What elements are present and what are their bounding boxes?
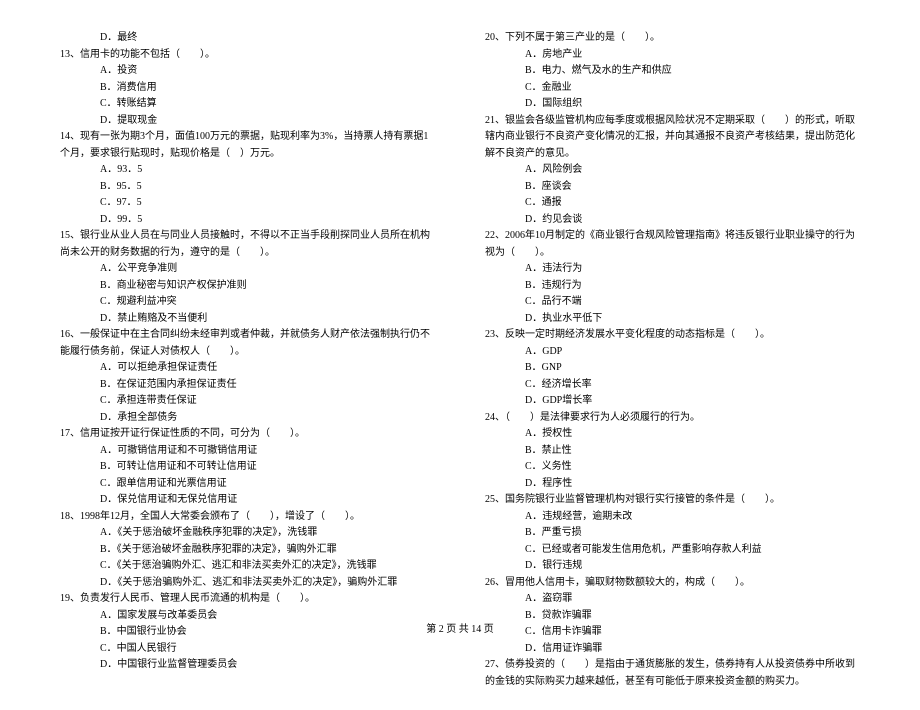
q25-option-b: B．严重亏损: [485, 525, 860, 542]
q14-option-d: D．99．5: [60, 212, 435, 229]
q12-option-d: D．最终: [60, 30, 435, 47]
q18-option-c: C．《关于惩治骗购外汇、逃汇和非法买卖外汇的决定》，洗钱罪: [60, 558, 435, 575]
q24-option-a: A．授权性: [485, 426, 860, 443]
q22-option-a: A．违法行为: [485, 261, 860, 278]
q17: 17、信用证按开证行保证性质的不同，可分为（ ）。: [60, 426, 435, 443]
q21-option-d: D．约见会谈: [485, 212, 860, 229]
q13: 13、信用卡的功能不包括（ ）。: [60, 47, 435, 64]
q19-option-d: D．中国银行业监督管理委员会: [60, 657, 435, 674]
q18: 18、1998年12月，全国人大常委会颁布了（ ），增设了（ ）。: [60, 509, 435, 526]
q21: 21、银监会各级监管机构应每季度或根据风险状况不定期采取（ ）的形式，听取辖内商…: [485, 113, 860, 163]
left-column: D．最终 13、信用卡的功能不包括（ ）。 A．投资 B．消费信用 C．转账结算…: [60, 30, 435, 690]
q19-option-c: C．中国人民银行: [60, 641, 435, 658]
q16-option-b: B．在保证范围内承担保证责任: [60, 377, 435, 394]
q14: 14、现有一张为期3个月，面值100万元的票据，贴现利率为3%，当持票人持有票据…: [60, 129, 435, 162]
q20-option-d: D．国际组织: [485, 96, 860, 113]
q26-option-d: D．信用证诈骗罪: [485, 641, 860, 658]
q25-option-a: A．违规经营，逾期未改: [485, 509, 860, 526]
page-footer: 第 2 页 共 14 页: [0, 620, 920, 635]
q20-option-a: A．房地产业: [485, 47, 860, 64]
q25-option-c: C．已经或者可能发生信用危机，严重影响存款人利益: [485, 542, 860, 559]
q14-option-b: B．95．5: [60, 179, 435, 196]
q18-option-b: B．《关于惩治破坏金融秩序犯罪的决定》，骗购外汇罪: [60, 542, 435, 559]
q19: 19、负责发行人民币、管理人民币流通的机构是（ ）。: [60, 591, 435, 608]
q17-option-c: C．跟单信用证和光票信用证: [60, 476, 435, 493]
q25-option-d: D．银行违规: [485, 558, 860, 575]
q22-option-c: C．品行不端: [485, 294, 860, 311]
q26-option-a: A．盗窃罪: [485, 591, 860, 608]
q20: 20、下列不属于第三产业的是（ ）。: [485, 30, 860, 47]
q24-option-b: B．禁止性: [485, 443, 860, 460]
q21-option-b: B．座谈会: [485, 179, 860, 196]
q13-option-c: C．转账结算: [60, 96, 435, 113]
q15-option-d: D．禁止贿赂及不当便利: [60, 311, 435, 328]
q24-option-d: D．程序性: [485, 476, 860, 493]
q20-option-c: C．金融业: [485, 80, 860, 97]
q16-option-a: A．可以拒绝承担保证责任: [60, 360, 435, 377]
q17-option-b: B．可转让信用证和不可转让信用证: [60, 459, 435, 476]
q16-option-d: D．承担全部债务: [60, 410, 435, 427]
q18-option-d: D．《关于惩治骗购外汇、逃汇和非法买卖外汇的决定》，骗购外汇罪: [60, 575, 435, 592]
q23-option-a: A．GDP: [485, 344, 860, 361]
q22: 22、2006年10月制定的《商业银行合规风险管理指南》将违反银行业职业操守的行…: [485, 228, 860, 261]
q15-option-a: A．公平竞争准则: [60, 261, 435, 278]
q15: 15、银行业从业人员在与同业人员接触时，不得以不正当手段削探同业人员所在机构尚未…: [60, 228, 435, 261]
q16-option-c: C．承担连带责任保证: [60, 393, 435, 410]
q13-option-d: D．提取现金: [60, 113, 435, 130]
q15-option-c: C．规避利益冲突: [60, 294, 435, 311]
q24-option-c: C．义务性: [485, 459, 860, 476]
q15-option-b: B．商业秘密与知识产权保护准则: [60, 278, 435, 295]
q17-option-d: D．保兑信用证和无保兑信用证: [60, 492, 435, 509]
q18-option-a: A．《关于惩治破坏金融秩序犯罪的决定》，洗钱罪: [60, 525, 435, 542]
q14-option-a: A．93．5: [60, 162, 435, 179]
q16: 16、一般保证中在主合同纠纷未经审判或者仲裁，并就债务人财产依法强制执行仍不能履…: [60, 327, 435, 360]
q25: 25、国务院银行业监督管理机构对银行实行接管的条件是（ ）。: [485, 492, 860, 509]
q17-option-a: A．可撤销信用证和不可撤销信用证: [60, 443, 435, 460]
q22-option-b: B．违规行为: [485, 278, 860, 295]
q22-option-d: D．执业水平低下: [485, 311, 860, 328]
q21-option-a: A．风险例会: [485, 162, 860, 179]
q23: 23、反映一定时期经济发展水平变化程度的动态指标是（ ）。: [485, 327, 860, 344]
q23-option-c: C．经济增长率: [485, 377, 860, 394]
q23-option-d: D．GDP增长率: [485, 393, 860, 410]
q24: 24、（ ）是法律要求行为人必须履行的行为。: [485, 410, 860, 427]
q14-option-c: C．97．5: [60, 195, 435, 212]
q13-option-a: A．投资: [60, 63, 435, 80]
q21-option-c: C．通报: [485, 195, 860, 212]
q13-option-b: B．消费信用: [60, 80, 435, 97]
q27: 27、债券投资的（ ）是指由于通货膨胀的发生，债券持有人从投资债券中所收到的金钱…: [485, 657, 860, 690]
q23-option-b: B．GNP: [485, 360, 860, 377]
right-column: 20、下列不属于第三产业的是（ ）。 A．房地产业 B．电力、燃气及水的生产和供…: [485, 30, 860, 690]
q20-option-b: B．电力、燃气及水的生产和供应: [485, 63, 860, 80]
q26: 26、冒用他人信用卡，骗取财物数额较大的，构成（ ）。: [485, 575, 860, 592]
